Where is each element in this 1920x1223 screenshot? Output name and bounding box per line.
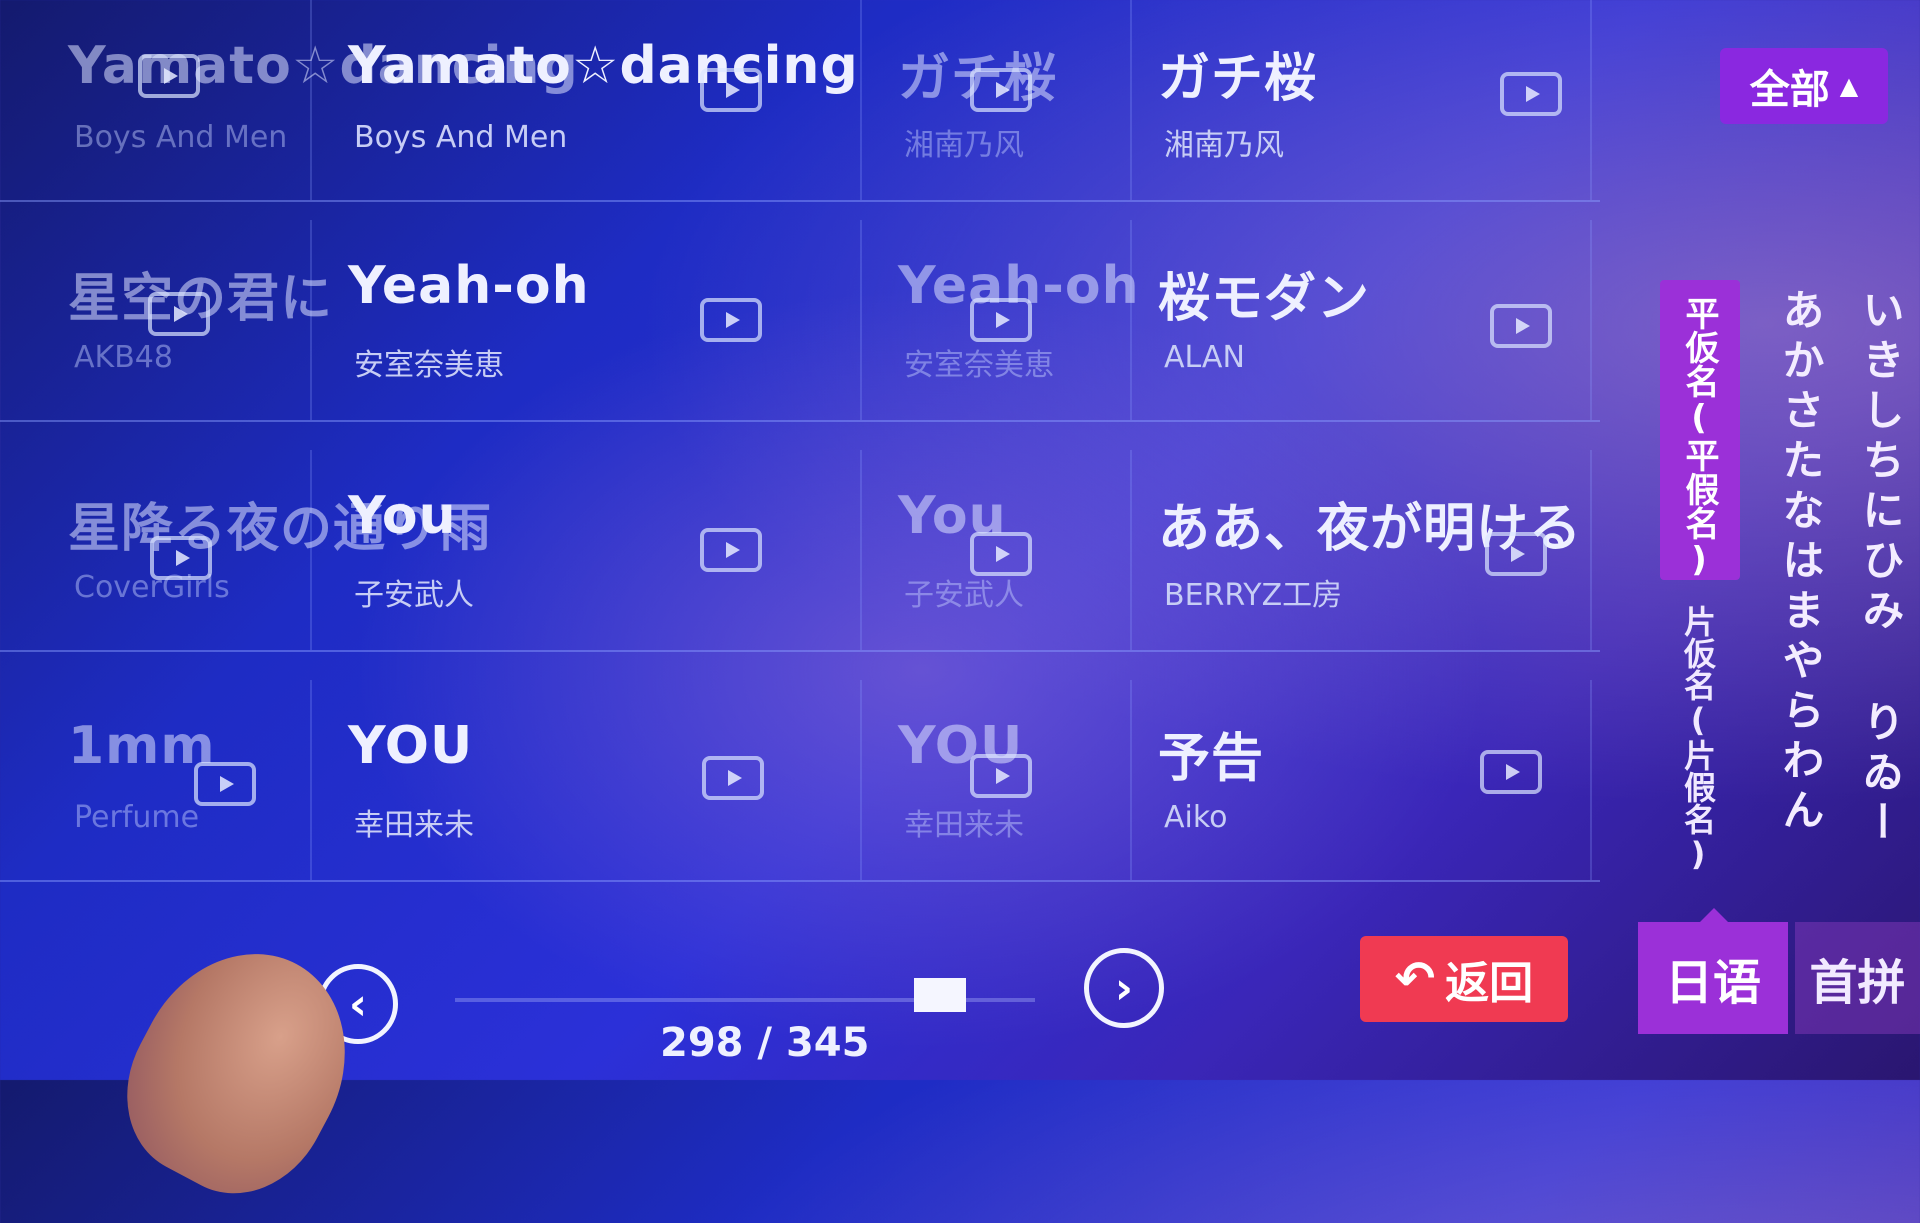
song-card[interactable]: ガチ桜 湘南乃风	[870, 0, 1132, 200]
chevron-left-icon: ‹	[348, 978, 368, 1030]
filter-all-label: 全部	[1749, 67, 1830, 113]
song-artist: 湘南乃风	[904, 128, 1024, 163]
song-card[interactable]: YOU 幸田来未	[870, 680, 1132, 880]
song-grid: Yamato☆dancing Boys And Men Yamato☆danci…	[0, 0, 1600, 882]
song-artist: Boys And Men	[354, 120, 568, 155]
song-artist: 安室奈美恵	[904, 348, 1054, 383]
song-card[interactable]: ああ、夜が明ける BERRYZ工房	[1130, 450, 1592, 650]
play-icon[interactable]	[1480, 750, 1542, 794]
song-title: ガチ桜	[1158, 49, 1318, 109]
song-card[interactable]: 桜モダン ALAN	[1130, 220, 1592, 420]
play-icon[interactable]	[970, 532, 1032, 576]
play-icon[interactable]	[1485, 532, 1547, 576]
song-artist: 幸田来未	[354, 808, 474, 843]
song-card[interactable]: 星空の君に AKB48	[40, 220, 332, 420]
song-card[interactable]: YOU 幸田来未	[320, 680, 862, 880]
song-card[interactable]: Yeah-oh 安室奈美恵	[870, 220, 1139, 420]
song-title: YOU	[348, 716, 474, 776]
song-row: Yamato☆dancing Boys And Men Yamato☆danci…	[0, 0, 1600, 202]
song-card[interactable]: Yamato☆dancing Boys And Men	[320, 0, 862, 200]
song-title: 桜モダン	[1158, 269, 1371, 329]
song-card[interactable]: 予告 Aiko	[1130, 680, 1592, 880]
song-card[interactable]: 1mm Perfume	[40, 680, 312, 880]
song-card[interactable]: ガチ桜 湘南乃风	[1130, 0, 1592, 200]
song-artist: 湘南乃风	[1164, 128, 1284, 163]
play-icon[interactable]	[700, 68, 762, 112]
play-icon[interactable]	[1490, 304, 1552, 348]
play-icon[interactable]	[700, 298, 762, 342]
song-row: 星降る夜の通り雨 CoverGirls You 子安武人 You 子安武人 ああ…	[0, 450, 1600, 652]
song-artist: 子安武人	[904, 578, 1024, 613]
chevron-right-icon: ›	[1114, 962, 1134, 1014]
song-artist: Aiko	[1164, 800, 1228, 835]
next-page-button[interactable]: ›	[1084, 948, 1164, 1028]
song-card[interactable]: You 子安武人	[870, 450, 1132, 650]
song-artist: BERRYZ工房	[1164, 578, 1343, 613]
kana-column-a[interactable]: あかさたなはまやらわん	[1770, 288, 1831, 838]
play-icon[interactable]	[970, 298, 1032, 342]
play-icon[interactable]	[970, 68, 1032, 112]
back-arrow-icon: ↶	[1394, 951, 1436, 1007]
triangle-up-icon: ▲	[1839, 72, 1859, 100]
song-artist: Boys And Men	[74, 120, 288, 155]
song-artist: 安室奈美恵	[354, 348, 504, 383]
tab-initials-label: 首拼	[1809, 955, 1906, 1011]
back-button-label: 返回	[1445, 958, 1534, 1009]
tab-japanese[interactable]: 日语	[1638, 908, 1788, 1034]
song-title: Yamato☆dancing	[348, 36, 859, 96]
play-icon[interactable]	[700, 528, 762, 572]
tab-initials[interactable]: 首拼	[1795, 922, 1920, 1034]
page-indicator: 298 / 345	[660, 1020, 870, 1066]
play-icon[interactable]	[138, 54, 200, 98]
play-icon[interactable]	[1500, 72, 1562, 116]
song-artist: 幸田来未	[904, 808, 1024, 843]
play-icon[interactable]	[970, 754, 1032, 798]
song-artist: 子安武人	[354, 578, 474, 613]
song-artist: AKB48	[74, 340, 173, 375]
page-slider-thumb[interactable]	[914, 978, 966, 1012]
hiragana-tab-label: 平仮名(平假名)	[1679, 296, 1719, 580]
song-title: You	[348, 486, 457, 546]
song-artist: Perfume	[74, 800, 200, 835]
play-icon[interactable]	[194, 762, 256, 806]
song-card[interactable]: You 子安武人	[320, 450, 862, 650]
tab-japanese-label: 日语	[1664, 955, 1761, 1011]
filter-all-button[interactable]: 全部 ▲	[1720, 48, 1888, 124]
finger-photo	[95, 917, 385, 1223]
play-icon[interactable]	[702, 756, 764, 800]
tab-katakana[interactable]: 片仮名(片假名)	[1675, 605, 1721, 873]
song-row: 星空の君に AKB48 Yeah-oh 安室奈美恵 Yeah-oh 安室奈美恵 …	[0, 220, 1600, 422]
song-card[interactable]: 星降る夜の通り雨 CoverGirls	[40, 450, 491, 650]
play-icon[interactable]	[148, 292, 210, 336]
play-icon[interactable]	[150, 536, 212, 580]
back-button[interactable]: ↶ 返回	[1360, 936, 1568, 1022]
kana-column-i[interactable]: いきしちにひみ	[1850, 288, 1911, 638]
song-artist: ALAN	[1164, 340, 1245, 375]
song-card[interactable]: Yeah-oh 安室奈美恵	[320, 220, 862, 420]
kana-column-extra[interactable]: りゐー	[1850, 700, 1911, 850]
song-title: Yeah-oh	[348, 256, 590, 316]
song-title: 予告	[1158, 729, 1265, 789]
song-row: 1mm Perfume YOU 幸田来未 YOU 幸田来未 予告 Aiko	[0, 680, 1600, 882]
song-card[interactable]: Yamato☆dancing Boys And Men	[40, 0, 578, 200]
